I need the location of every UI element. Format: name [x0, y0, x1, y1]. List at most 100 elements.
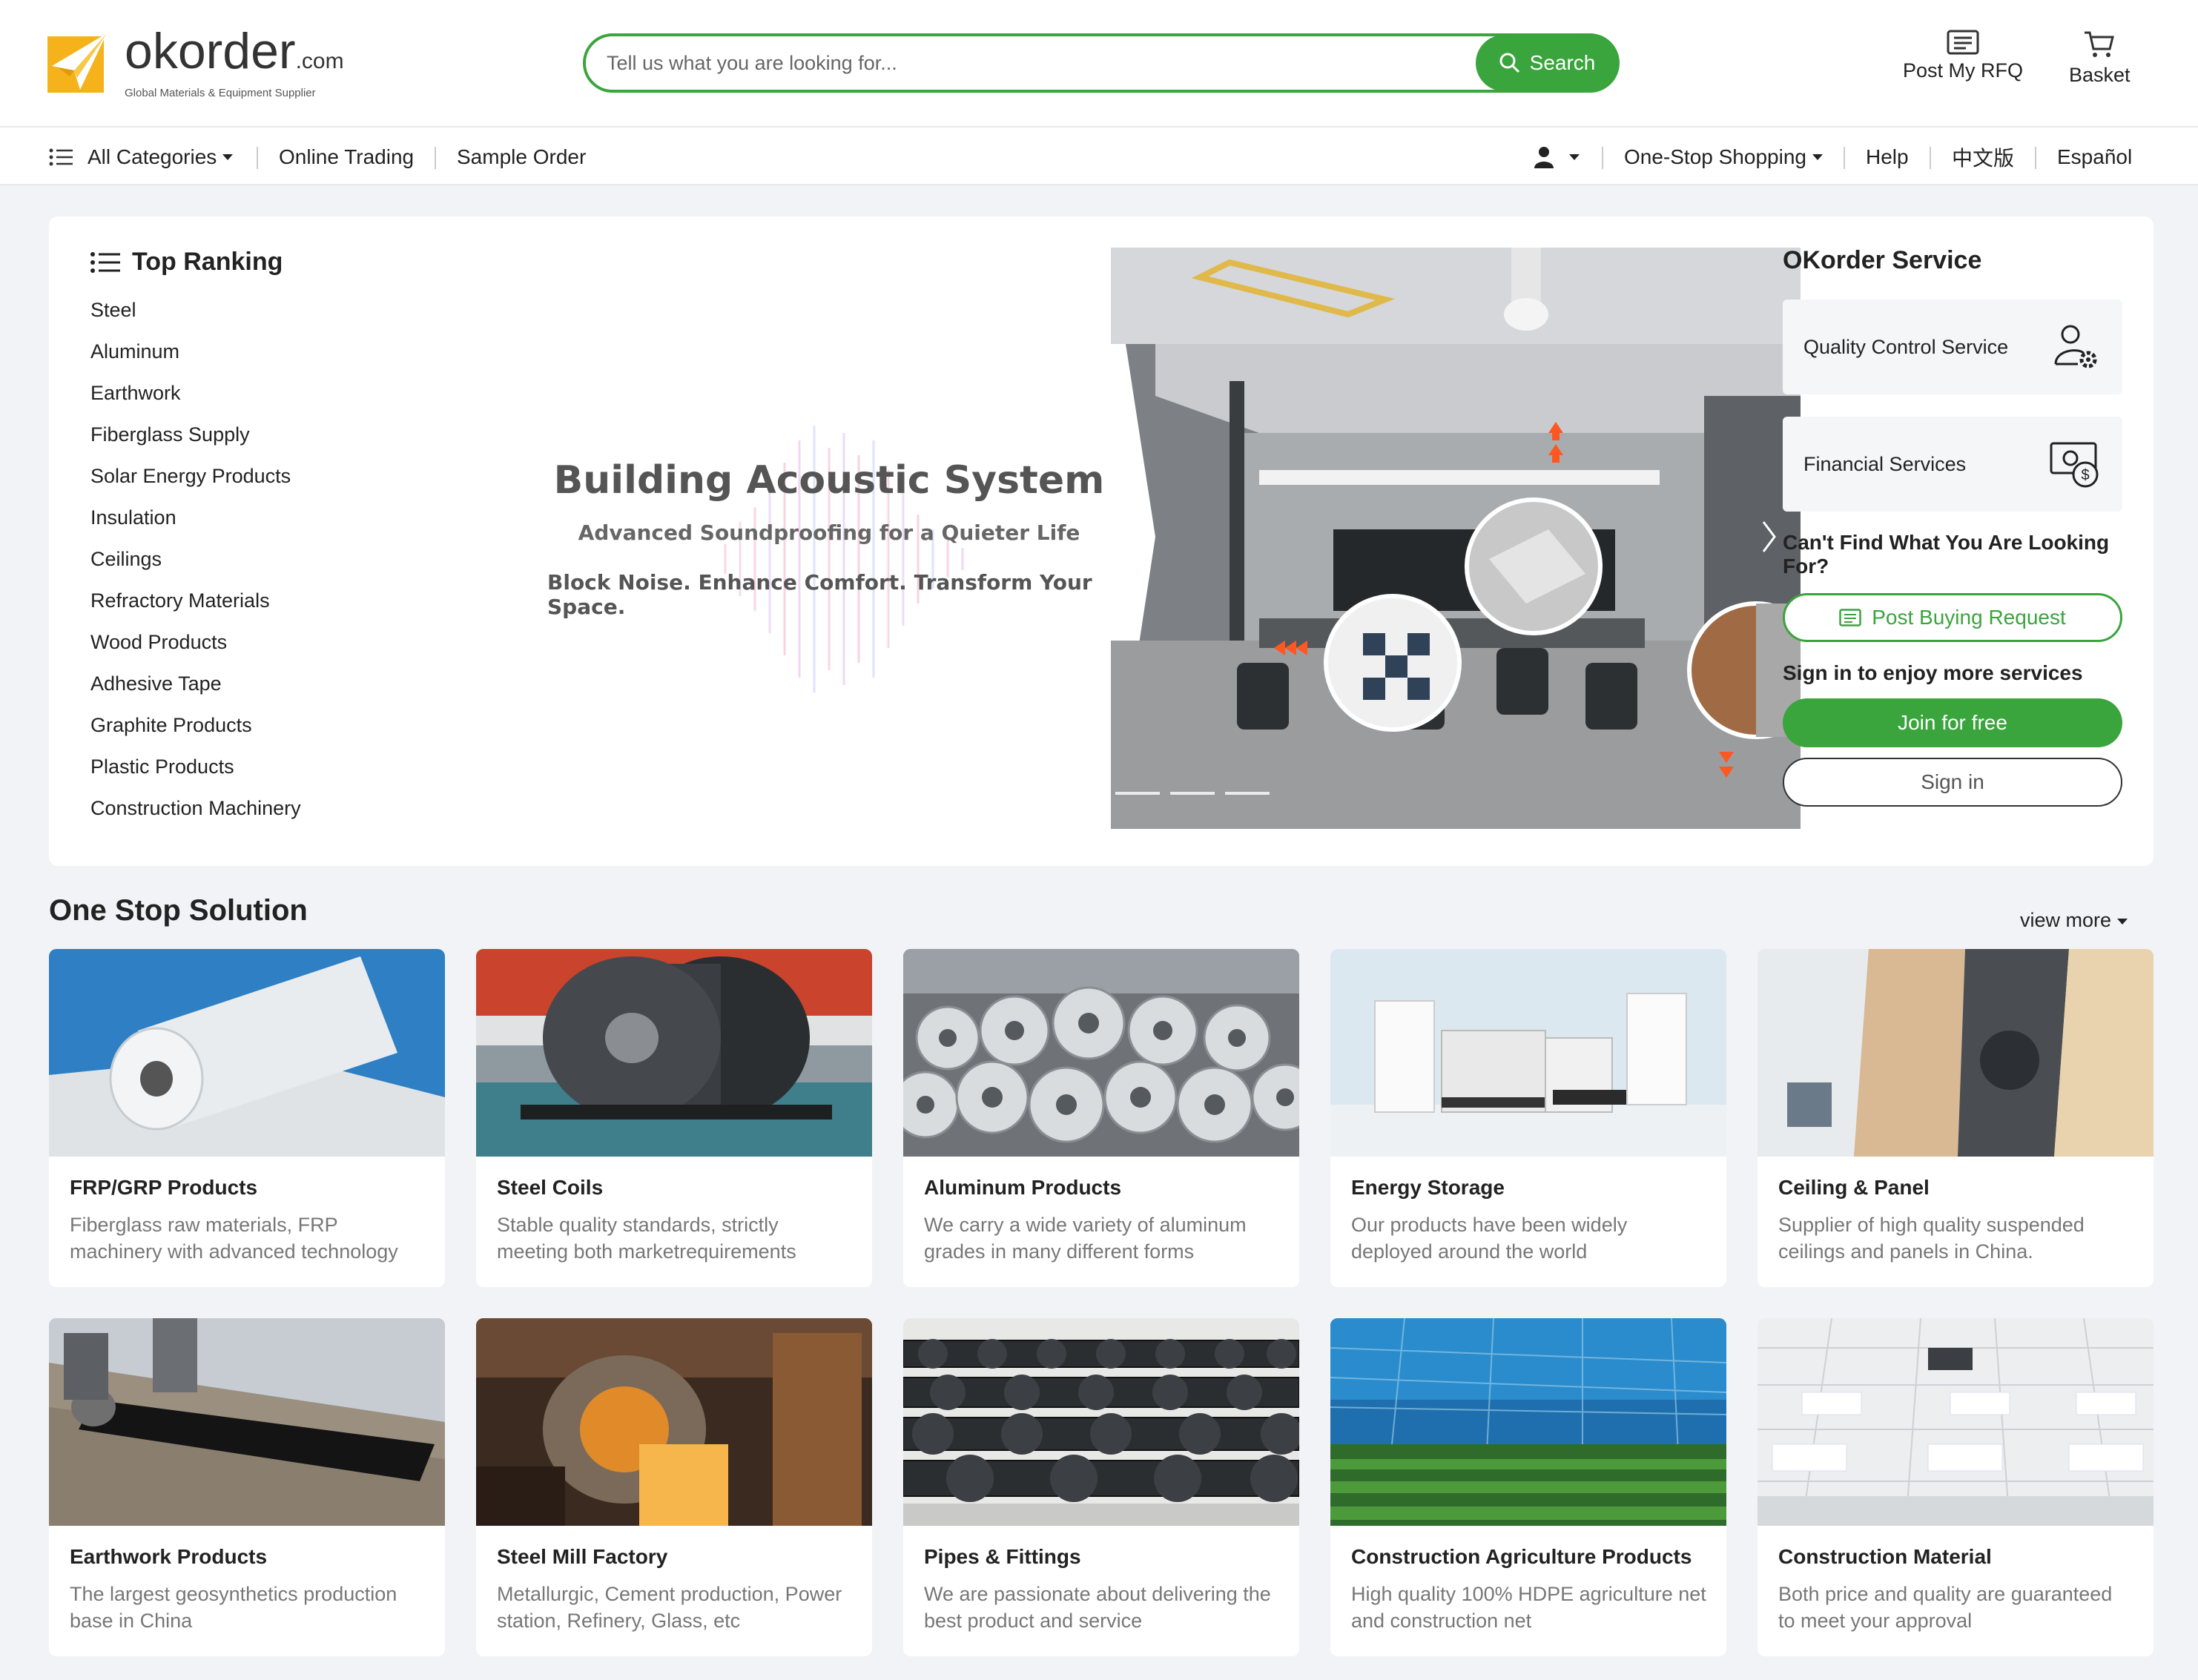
nav-divider	[1930, 147, 1931, 169]
carousel-dot[interactable]	[1225, 792, 1270, 795]
banner-text-block: Building Acoustic System Advanced Soundp…	[547, 248, 1111, 829]
card-title: Construction Material	[1778, 1545, 1992, 1568]
basket-link[interactable]: Basket	[2069, 30, 2131, 87]
card-description: We are passionate about delivering the b…	[924, 1583, 1271, 1632]
rfq-document-icon	[1947, 30, 1979, 55]
ranking-item[interactable]: Plastic Products	[90, 755, 301, 796]
basket-label: Basket	[2069, 64, 2131, 86]
ranking-item[interactable]: Insulation	[90, 506, 301, 547]
ranking-item[interactable]: Adhesive Tape	[90, 672, 301, 713]
ranking-item[interactable]: Refractory Materials	[90, 589, 301, 630]
nav-sample-order[interactable]: Sample Order	[457, 128, 586, 187]
promo-banner-carousel[interactable]: Building Acoustic System Advanced Soundp…	[481, 248, 1801, 829]
post-rfq-label: Post My RFQ	[1903, 59, 2024, 82]
card-description: Stable quality standards, strictly meeti…	[497, 1214, 796, 1263]
ranking-item[interactable]: Construction Machinery	[90, 796, 301, 838]
carousel-dot[interactable]	[1170, 792, 1215, 795]
carousel-dot[interactable]	[1115, 792, 1160, 795]
chevron-down-icon	[1812, 154, 1823, 160]
search-button-label: Search	[1529, 51, 1596, 74]
battery-storage-image	[1330, 949, 1726, 1157]
solution-card-aluminum[interactable]: Aluminum Products We carry a wide variet…	[903, 949, 1299, 1287]
card-title: Earthwork Products	[70, 1545, 268, 1568]
ductile-pipes-image	[903, 1318, 1299, 1526]
solution-card-construction-agriculture[interactable]: Construction Agriculture Products High q…	[1330, 1318, 1726, 1656]
user-icon	[1534, 147, 1554, 168]
steel-mill-furnace-image	[476, 1318, 872, 1526]
join-for-free-button[interactable]: Join for free	[1783, 698, 2122, 747]
ranking-item[interactable]: Earthwork	[90, 381, 301, 423]
acoustic-office-photo	[1111, 248, 1801, 829]
ranking-item[interactable]: Fiberglass Supply	[90, 423, 301, 464]
carousel-indicators	[1115, 792, 1270, 795]
solution-card-steel-mill[interactable]: Steel Mill Factory Metallurgic, Cement p…	[476, 1318, 872, 1656]
ranking-item[interactable]: Solar Energy Products	[90, 464, 301, 506]
sign-in-button[interactable]: Sign in	[1783, 758, 2122, 807]
financial-services-card[interactable]: Financial Services $	[1783, 417, 2122, 512]
nav-divider	[1844, 147, 1845, 169]
ranking-item[interactable]: Graphite Products	[90, 713, 301, 755]
ranking-item[interactable]: Wood Products	[90, 630, 301, 672]
solution-card-construction-material[interactable]: Construction Material Both price and qua…	[1758, 1318, 2154, 1656]
one-stop-shopping-label: One-Stop Shopping	[1624, 145, 1806, 168]
card-description: Fiberglass raw materials, FRP machinery …	[70, 1214, 398, 1263]
view-more-label: view more	[2020, 909, 2112, 931]
post-buying-request-button[interactable]: Post Buying Request	[1783, 593, 2122, 642]
search-bar: Search	[583, 33, 1620, 93]
solution-card-ceiling-panel[interactable]: Ceiling & Panel Supplier of high quality…	[1758, 949, 2154, 1287]
solution-card-earthwork[interactable]: Earthwork Products The largest geosynthe…	[49, 1318, 445, 1656]
logo-wordmark: okorder	[125, 22, 296, 79]
post-rfq-link[interactable]: Post My RFQ	[1903, 30, 2023, 82]
money-dollar-icon: $	[2050, 442, 2099, 488]
card-title: FRP/GRP Products	[70, 1176, 258, 1199]
solution-card-frp-grp[interactable]: FRP/GRP Products Fiberglass raw material…	[49, 949, 445, 1287]
nav-one-stop-shopping[interactable]: One-Stop Shopping	[1624, 128, 1823, 187]
card-title: Construction Agriculture Products	[1351, 1545, 1692, 1568]
solution-card-pipes-fittings[interactable]: Pipes & Fittings We are passionate about…	[903, 1318, 1299, 1656]
view-more-link[interactable]: view more	[2020, 909, 2128, 932]
cant-find-prompt: Can't Find What You Are Looking For?	[1783, 531, 2110, 578]
sign-in-prompt: Sign in to enjoy more services	[1783, 661, 2083, 684]
basket-cart-icon	[2085, 31, 2115, 57]
nav-divider	[257, 147, 258, 169]
svg-text:$: $	[2081, 467, 2089, 483]
nav-divider	[1602, 147, 1603, 169]
one-stop-solution-heading: One Stop Solution	[49, 894, 308, 927]
logo-plane-icon	[47, 33, 108, 93]
post-buying-request-label: Post Buying Request	[1872, 606, 2066, 629]
okorder-logo[interactable]: okorder.com Global Materials & Equipment…	[47, 26, 344, 99]
ranking-item[interactable]: Aluminum	[90, 340, 301, 381]
card-title: Steel Mill Factory	[497, 1545, 668, 1568]
all-categories-menu[interactable]: All Categories	[49, 128, 234, 187]
quality-control-service-card[interactable]: Quality Control Service	[1783, 300, 2122, 394]
card-description: The largest geosynthetics production bas…	[70, 1583, 397, 1632]
card-description: We carry a wide variety of aluminum grad…	[924, 1214, 1247, 1263]
nav-spanish-language[interactable]: Español	[2057, 128, 2132, 187]
card-description: Metallurgic, Cement production, Power st…	[497, 1583, 842, 1632]
user-gear-icon	[2054, 325, 2097, 368]
ranking-item[interactable]: Steel	[90, 298, 301, 340]
nav-online-trading[interactable]: Online Trading	[279, 128, 414, 187]
greenhouse-net-image	[1330, 1318, 1726, 1526]
solution-card-steel-coils[interactable]: Steel Coils Stable quality standards, st…	[476, 949, 872, 1287]
search-input[interactable]	[607, 36, 1459, 90]
all-categories-label: All Categories	[88, 145, 217, 168]
nav-chinese-language[interactable]: 中文版	[1952, 128, 2014, 187]
user-account-menu[interactable]	[1534, 128, 1580, 187]
aluminum-coils-image	[903, 949, 1299, 1157]
nav-divider	[2035, 147, 2036, 169]
fiberglass-roll-image	[49, 949, 445, 1157]
chevron-down-icon	[222, 154, 234, 160]
card-description: High quality 100% HDPE agriculture net a…	[1351, 1583, 1706, 1632]
search-button[interactable]: Search	[1476, 35, 1618, 91]
solution-card-energy-storage[interactable]: Energy Storage Our products have been wi…	[1330, 949, 1726, 1287]
card-title: Aluminum Products	[924, 1176, 1122, 1199]
list-icon	[90, 251, 120, 273]
banner-title: Building Acoustic System	[553, 457, 1105, 503]
banner-tagline: Block Noise. Enhance Comfort. Transform …	[547, 569, 1092, 619]
main-navigation: All Categories Online Trading Sample Ord…	[0, 126, 2198, 185]
nav-help[interactable]: Help	[1866, 128, 1909, 187]
ranking-item[interactable]: Ceilings	[90, 547, 301, 589]
steel-coil-image	[476, 949, 872, 1157]
card-title: Pipes & Fittings	[924, 1545, 1081, 1568]
